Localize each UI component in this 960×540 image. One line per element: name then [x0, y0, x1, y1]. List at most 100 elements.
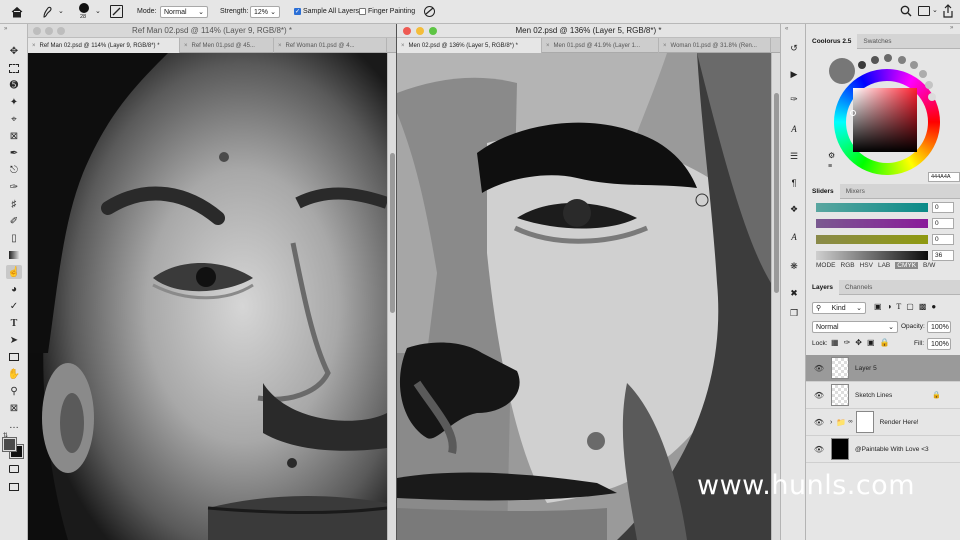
tab-ref-man-02[interactable]: × Ref Man 02.psd @ 114% (Layer 9, RGB/8*)… — [28, 38, 180, 53]
character-styles-panel-icon[interactable]: A — [787, 230, 801, 244]
swatch-dot[interactable] — [871, 56, 879, 64]
brush-size-preview[interactable] — [79, 3, 89, 13]
mode-bw[interactable]: B/W — [923, 262, 935, 269]
brush-settings-icon[interactable] — [110, 5, 123, 18]
search-icon[interactable] — [900, 5, 912, 19]
frame-tool-icon[interactable]: ⊠ — [6, 129, 22, 143]
tab-ref-men-01[interactable]: × Ref Men 01.psd @ 45... — [180, 38, 274, 53]
rotate-view-tool-icon[interactable]: ⊠ — [6, 401, 22, 415]
pixel-filter-icon[interactable]: ▣ — [874, 302, 882, 311]
tab-men-01[interactable]: × Men 01.psd @ 41.9% (Layer 1... — [542, 38, 659, 53]
minimize-button[interactable] — [416, 27, 424, 35]
paragraph-panel-icon[interactable]: ¶ — [787, 176, 801, 190]
slider-value-field[interactable]: 0 — [932, 202, 954, 213]
lock-artboard-icon[interactable]: ▣ — [867, 338, 875, 347]
tab-ref-woman-01[interactable]: × Ref Woman 01.psd @ 4... — [274, 38, 387, 53]
swatch-dot[interactable] — [858, 61, 866, 69]
tab-mixers[interactable]: Mixers — [840, 184, 871, 199]
mode-cmyk[interactable]: CMYK — [895, 262, 919, 269]
slider-yellow[interactable]: 0 — [816, 233, 960, 246]
slider-track[interactable] — [816, 251, 928, 260]
workspace-icon[interactable] — [918, 6, 930, 16]
sample-all-layers-checkbox[interactable]: ✓ Sample All Layers — [294, 8, 359, 15]
scrollbar-thumb[interactable] — [390, 153, 395, 313]
left-vertical-scrollbar[interactable] — [387, 53, 396, 540]
swatch-dot[interactable] — [919, 70, 927, 78]
magic-wand-tool-icon[interactable]: ✦ — [6, 95, 22, 109]
adjustments-panel-icon[interactable]: ☰ — [787, 149, 801, 163]
dock-collapse-icon[interactable]: » — [950, 25, 953, 31]
hex-color-field[interactable]: 444A4A — [928, 172, 960, 182]
preset-dropdown-icon[interactable]: ⌄ — [58, 7, 64, 15]
lock-pixels-icon[interactable]: ✑ — [844, 338, 851, 347]
color-panel-menu-icon[interactable]: ≡ — [828, 163, 832, 170]
actions-panel-icon[interactable]: ▶ — [787, 67, 801, 81]
crop-tool-icon[interactable]: ⌖ — [6, 112, 22, 126]
tab-coolorus[interactable]: Coolorus 2.5 — [806, 34, 858, 49]
close-tab-icon[interactable]: × — [278, 43, 282, 49]
slider-value-field[interactable]: 0 — [932, 218, 954, 229]
left-document-titlebar[interactable]: Ref Man 02.psd @ 114% (Layer 9, RGB/8*) … — [28, 24, 396, 38]
slider-value-field[interactable]: 36 — [932, 250, 954, 261]
close-button[interactable] — [33, 27, 41, 35]
layer-mask-thumbnail[interactable] — [855, 411, 874, 433]
toolbar-collapse-icon[interactable]: » — [4, 26, 7, 32]
glyphs-panel-icon[interactable]: ❖ — [787, 202, 801, 216]
filter-toggle-icon[interactable]: ● — [931, 302, 936, 311]
slider-cyan[interactable]: 0 — [816, 201, 960, 214]
slider-black[interactable]: 36 — [816, 249, 960, 262]
foreground-color-preview[interactable] — [829, 58, 855, 84]
lock-position-icon[interactable]: ✥ — [855, 338, 862, 347]
dodge-tool-icon[interactable]: ◕ — [6, 282, 22, 296]
color-picker-marker[interactable] — [850, 110, 856, 116]
strip-collapse-icon[interactable]: « — [785, 26, 788, 32]
swatch-dot[interactable] — [910, 61, 918, 69]
marquee-tool-icon[interactable] — [6, 61, 22, 75]
blend-mode-select[interactable]: Normal ⌄ — [812, 321, 898, 333]
layer-row-paintable[interactable]: 👁 @Paintable With Love <3 — [806, 436, 960, 463]
quick-mask-icon[interactable] — [6, 462, 22, 476]
layer-row-render-here[interactable]: 👁 › 📁 ∞ Render Here! — [806, 409, 960, 436]
clone-stamp-tool-icon[interactable]: ♯ — [6, 197, 22, 211]
shape-filter-icon[interactable]: ▢ — [906, 302, 914, 311]
adjustment-filter-icon[interactable]: ◑ — [887, 302, 892, 311]
visibility-eye-icon[interactable]: 👁 — [813, 445, 825, 454]
scrollbar-thumb[interactable] — [774, 93, 779, 293]
history-panel-icon[interactable]: ↺ — [787, 41, 801, 55]
visibility-eye-icon[interactable]: 👁 — [813, 364, 825, 373]
share-icon[interactable] — [942, 4, 954, 20]
painting-canvas[interactable] — [397, 53, 771, 540]
tab-sliders[interactable]: Sliders — [806, 184, 840, 199]
smudge-tool-preset-icon[interactable] — [38, 4, 56, 20]
reference-photo-canvas[interactable] — [28, 53, 387, 540]
slider-track[interactable] — [816, 219, 928, 228]
fill-input[interactable]: 100% — [927, 338, 951, 350]
opacity-input[interactable]: 100% — [927, 321, 951, 333]
swatch-dot[interactable] — [925, 81, 933, 89]
color-panel-settings-icon[interactable]: ⚙ — [828, 151, 835, 160]
move-tool-icon[interactable]: ✥ — [6, 44, 22, 58]
close-button[interactable] — [403, 27, 411, 35]
right-vertical-scrollbar[interactable] — [771, 53, 780, 540]
brush-dropdown-icon[interactable]: ⌄ — [95, 7, 101, 15]
hand-tool-icon[interactable]: ✋ — [6, 367, 22, 381]
swatch-dot[interactable] — [928, 93, 936, 101]
home-icon[interactable] — [10, 5, 24, 19]
swatch-dot[interactable] — [898, 56, 906, 64]
slider-magenta[interactable]: 0 — [816, 217, 960, 230]
close-tab-icon[interactable]: × — [401, 43, 405, 49]
zoom-tool-icon[interactable]: ⚲ — [6, 384, 22, 398]
strength-input[interactable]: 12% ⌄ — [250, 6, 280, 18]
finger-painting-checkbox[interactable]: Finger Painting — [359, 8, 415, 15]
foreground-color-swatch[interactable] — [2, 437, 17, 452]
mode-rgb[interactable]: RGB — [841, 262, 855, 269]
slider-track[interactable] — [816, 203, 928, 212]
gradient-tool-icon[interactable] — [6, 248, 22, 262]
zoom-button[interactable] — [57, 27, 65, 35]
tab-channels[interactable]: Channels — [839, 280, 878, 295]
swatch-dot[interactable] — [884, 54, 892, 62]
minimize-button[interactable] — [45, 27, 53, 35]
lasso-tool-icon[interactable]: ➎ — [6, 78, 22, 92]
mode-select[interactable]: Normal ⌄ — [160, 6, 208, 18]
close-tab-icon[interactable]: × — [32, 43, 36, 49]
